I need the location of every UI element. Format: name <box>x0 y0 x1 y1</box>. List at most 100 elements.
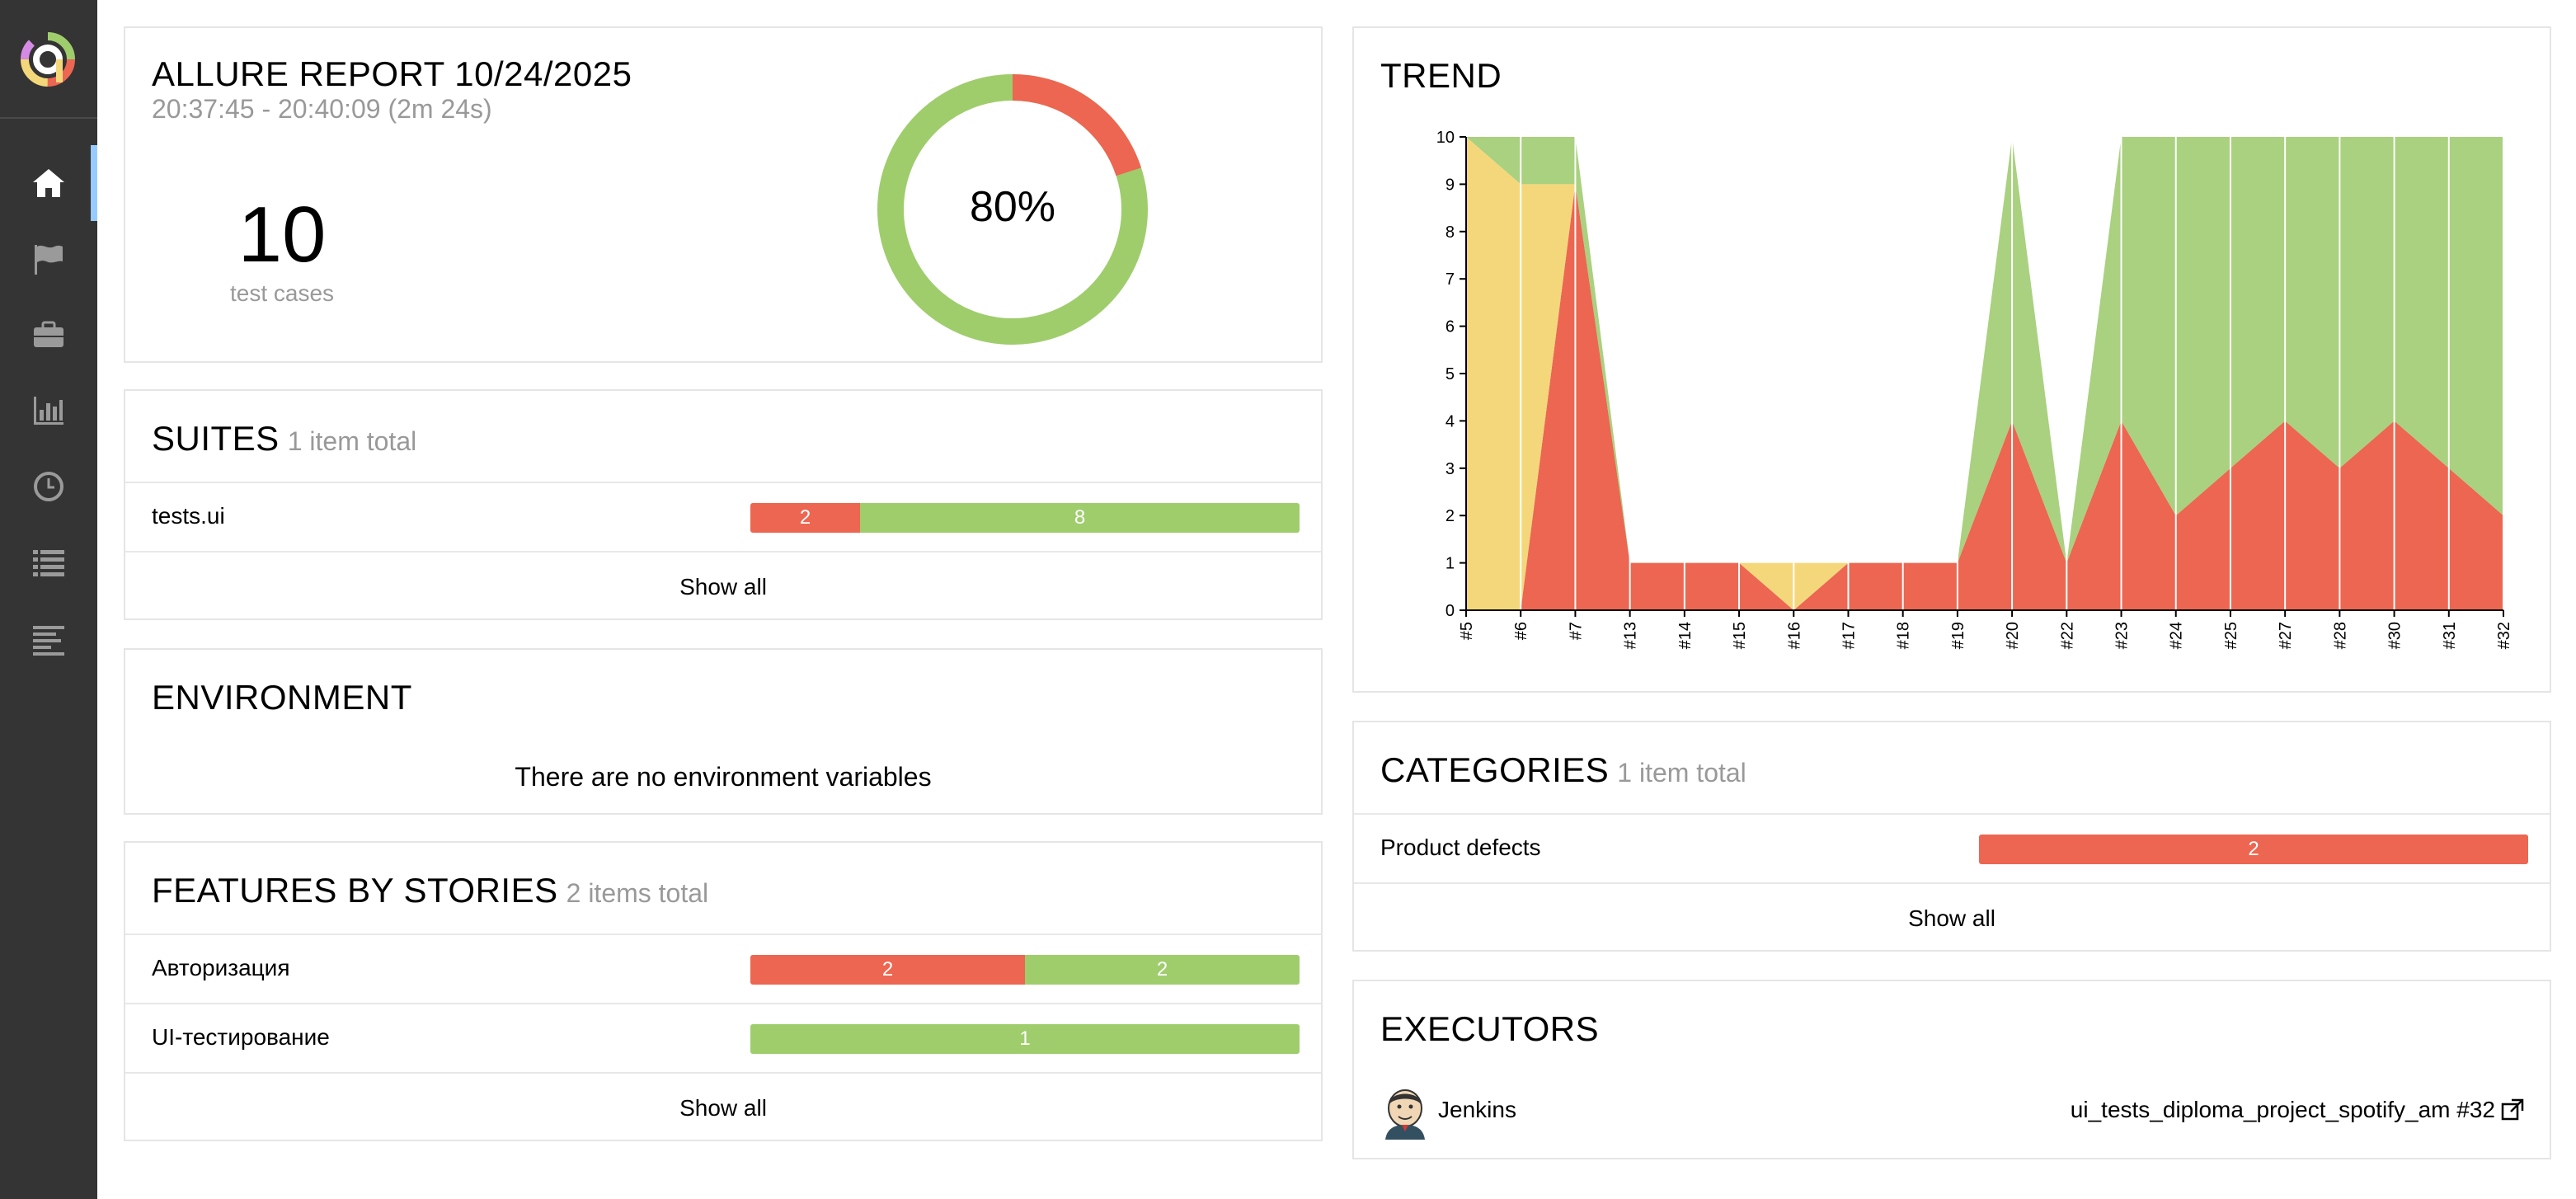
suites-title-text: SUITES <box>152 419 280 458</box>
nav-timeline[interactable] <box>0 449 97 524</box>
executors-widget: EXECUTORS Jenkins ui_tests_diploma_proje… <box>1352 980 2551 1159</box>
trend-x-tick-label: #23 <box>2113 622 2132 649</box>
trend-x-tick-label: #28 <box>2331 622 2349 649</box>
environment-widget: ENVIRONMENT There are no environment var… <box>124 648 1323 815</box>
trend-y-tick-label: 0 <box>1445 602 1455 620</box>
suites-count: 1 item total <box>287 426 417 456</box>
features-count: 2 items total <box>566 878 709 908</box>
report-title: ALLURE REPORT 10/24/2025 <box>152 54 632 93</box>
clock-icon <box>34 472 63 501</box>
trend-x-tick-label: #24 <box>2168 622 2186 649</box>
passed-segment: 2 <box>1025 955 1300 985</box>
trend-x-tick-label: #5 <box>1458 622 1476 640</box>
trend-x-tick-label: #19 <box>1949 622 1967 649</box>
features-widget: FEATURES BY STORIES 2 items total Авториз… <box>124 841 1323 1141</box>
categories-show-all-link[interactable]: Show all <box>1354 905 2550 932</box>
categories-title-text: CATEGORIES <box>1380 750 1610 789</box>
category-status-bar: 2 <box>1979 835 2528 864</box>
trend-y-tick-label: 9 <box>1445 176 1455 194</box>
trend-y-tick-label: 10 <box>1436 129 1455 147</box>
trend-y-tick-label: 7 <box>1445 270 1455 289</box>
nav-suites[interactable] <box>0 297 97 373</box>
row-divider <box>125 1072 1321 1074</box>
features-show-all-link[interactable]: Show all <box>125 1095 1321 1121</box>
nav-categories[interactable] <box>0 221 97 297</box>
sidebar <box>0 0 97 1199</box>
categories-title: CATEGORIES 1 item total <box>1380 750 1746 790</box>
passed-segment: 1 <box>750 1024 1300 1054</box>
row-divider <box>1354 882 2550 884</box>
nav-overview[interactable] <box>0 145 97 221</box>
category-label: Product defects <box>1380 835 1541 860</box>
timeline-icon <box>33 626 64 656</box>
feature-row[interactable]: UI-тестирование 1 <box>125 1004 1321 1072</box>
trend-x-tick-label: #32 <box>2495 622 2513 649</box>
allure-logo-icon[interactable] <box>18 30 78 89</box>
home-icon <box>33 169 64 197</box>
trend-x-tick-label: #18 <box>1895 622 1913 649</box>
trend-x-tick-label: #20 <box>2004 622 2022 649</box>
row-divider <box>125 551 1321 552</box>
success-percent: 80% <box>970 183 1055 231</box>
suites-title: SUITES 1 item total <box>152 419 416 458</box>
failed-segment: 2 <box>750 955 1025 985</box>
nav-behaviors[interactable] <box>0 524 97 600</box>
flag-icon <box>35 245 63 275</box>
trend-x-tick-label: #7 <box>1567 622 1585 640</box>
features-title-text: FEATURES BY STORIES <box>152 871 558 910</box>
trend-x-tick-label: #14 <box>1676 622 1695 649</box>
category-row[interactable]: Product defects 2 <box>1354 815 2550 882</box>
executor-build-text: ui_tests_diploma_project_spotify_am #32 <box>2070 1097 2495 1122</box>
executor-build-link[interactable]: ui_tests_diploma_project_spotify_am #32 <box>2071 1097 2525 1123</box>
feature-status-bar: 1 <box>750 1024 1300 1054</box>
nav-packages[interactable] <box>0 600 97 676</box>
passed-segment: 8 <box>860 503 1300 533</box>
feature-label: UI-тестирование <box>152 1024 330 1050</box>
trend-x-tick-label: #15 <box>1731 622 1749 649</box>
summary-widget: ALLURE REPORT 10/24/2025 20:37:45 - 20:4… <box>124 26 1323 363</box>
executor-name: Jenkins <box>1438 1097 1516 1122</box>
trend-x-tick-label: #25 <box>2222 622 2240 649</box>
nav-graphs[interactable] <box>0 373 97 449</box>
environment-empty-text: There are no environment variables <box>515 762 932 792</box>
test-case-count: 10 <box>237 190 327 279</box>
features-title: FEATURES BY STORIES 2 items total <box>152 871 708 910</box>
trend-x-tick-label: #22 <box>2058 622 2076 649</box>
trend-x-tick-label: #27 <box>2277 622 2295 649</box>
suite-label: tests.ui <box>152 503 225 529</box>
list-icon <box>33 550 64 576</box>
suite-row[interactable]: tests.ui 2 8 <box>125 483 1321 551</box>
trend-widget: TREND 0 1 2 3 4 5 6 7 8 9 10 #5 #6 #7 #13 #14 #15 #16 #17 #… <box>1352 26 2551 693</box>
failed-segment: 2 <box>1979 835 2528 864</box>
briefcase-icon <box>34 321 63 347</box>
suites-widget: SUITES 1 item total tests.ui 2 8 Show all <box>124 389 1323 620</box>
trend-y-tick-label: 1 <box>1445 555 1455 573</box>
feature-status-bar: 2 2 <box>750 955 1300 985</box>
trend-x-tick-label: #31 <box>2441 622 2459 649</box>
trend-y-tick-label: 5 <box>1445 365 1455 383</box>
trend-y-tick-label: 6 <box>1445 318 1455 336</box>
feature-row[interactable]: Авторизация 2 2 <box>125 935 1321 1003</box>
report-time: 20:37:45 - 20:40:09 (2m 24s) <box>152 94 492 124</box>
trend-x-tick-label: #16 <box>1785 622 1803 649</box>
trend-x-tick-label: #13 <box>1622 622 1640 649</box>
donut-failed-segment <box>1012 74 1141 176</box>
trend-y-tick-label: 2 <box>1445 507 1455 525</box>
trend-y-tick-label: 4 <box>1445 412 1455 430</box>
executors-title: EXECUTORS <box>1380 1009 1600 1048</box>
suites-show-all-link[interactable]: Show all <box>125 574 1321 600</box>
trend-chart: 0 1 2 3 4 5 6 7 8 9 10 #5 #6 #7 #13 #14 #15 #16 #17 #18 #19 #… <box>1436 129 2513 649</box>
trend-x-tick-label: #30 <box>2386 622 2404 649</box>
categories-widget: CATEGORIES 1 item total Product defects 2… <box>1352 721 2551 952</box>
suite-status-bar: 2 8 <box>750 503 1300 533</box>
environment-title: ENVIRONMENT <box>152 678 412 717</box>
trend-x-tick-label: #17 <box>1840 622 1858 649</box>
trend-x-tick-label: #6 <box>1512 622 1530 640</box>
categories-count: 1 item total <box>1617 758 1746 788</box>
bar-chart-icon <box>34 397 63 425</box>
feature-label: Авторизация <box>152 955 290 980</box>
trend-y-tick-label: 3 <box>1445 460 1455 478</box>
external-link-icon <box>2501 1098 2524 1121</box>
nav-active-indicator <box>91 145 97 221</box>
sidebar-divider <box>0 117 97 119</box>
